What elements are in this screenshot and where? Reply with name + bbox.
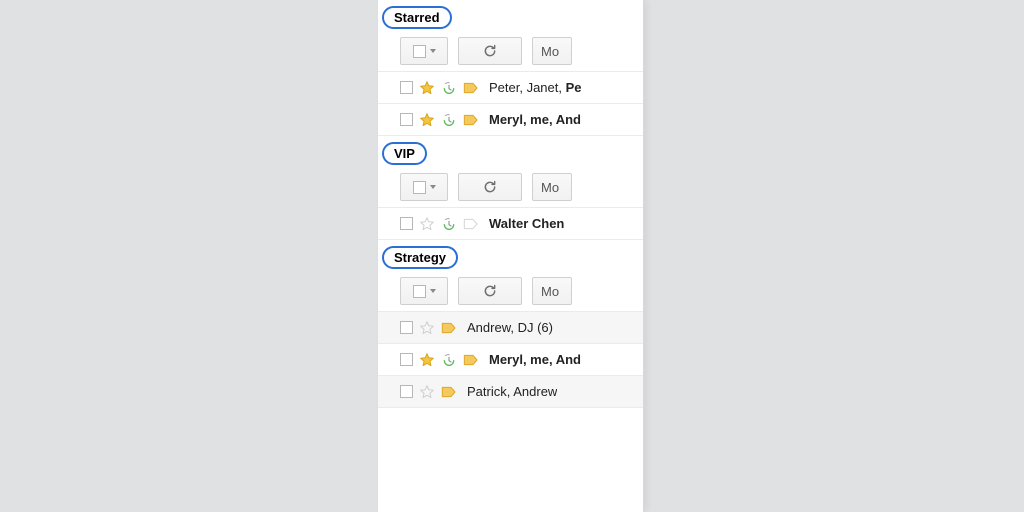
refresh-button[interactable] — [458, 37, 522, 65]
label-icon[interactable] — [463, 352, 479, 368]
row-checkbox[interactable] — [400, 385, 413, 398]
mail-senders: Peter, Janet, Pe — [489, 80, 582, 95]
caret-down-icon — [430, 185, 436, 189]
section-title[interactable]: Strategy — [382, 246, 458, 269]
label-icon[interactable] — [441, 384, 457, 400]
select-all-button[interactable] — [400, 173, 448, 201]
label-icon[interactable] — [441, 320, 457, 336]
caret-down-icon — [430, 49, 436, 53]
snooze-clock-icon[interactable] — [441, 112, 457, 128]
snooze-clock-icon[interactable] — [441, 216, 457, 232]
star-icon[interactable] — [419, 320, 435, 336]
checkbox-icon — [413, 181, 426, 194]
row-checkbox[interactable] — [400, 353, 413, 366]
star-icon[interactable] — [419, 112, 435, 128]
checkbox-icon — [413, 285, 426, 298]
label-icon[interactable] — [463, 112, 479, 128]
more-button[interactable]: Mo — [532, 37, 572, 65]
select-all-button[interactable] — [400, 37, 448, 65]
caret-down-icon — [430, 289, 436, 293]
mail-senders: Andrew, DJ (6) — [467, 320, 553, 335]
label-icon[interactable] — [463, 80, 479, 96]
section-toolbar: Mo — [400, 277, 643, 305]
refresh-icon — [482, 43, 498, 59]
checkbox-icon — [413, 45, 426, 58]
select-all-button[interactable] — [400, 277, 448, 305]
star-icon[interactable] — [419, 352, 435, 368]
more-button-label: Mo — [541, 180, 559, 195]
more-button-label: Mo — [541, 44, 559, 59]
mail-row[interactable]: Peter, Janet, Pe — [378, 72, 643, 104]
section-toolbar: Mo — [400, 173, 643, 201]
snooze-clock-icon[interactable] — [441, 80, 457, 96]
mail-rows: Walter Chen — [378, 207, 643, 240]
mail-row[interactable]: Meryl, me, And — [378, 344, 643, 376]
refresh-icon — [482, 283, 498, 299]
row-checkbox[interactable] — [400, 113, 413, 126]
refresh-button[interactable] — [458, 277, 522, 305]
more-button[interactable]: Mo — [532, 277, 572, 305]
star-icon[interactable] — [419, 216, 435, 232]
mail-panel: Starred Mo Peter, Janet, Pe Meryl, me, A… — [378, 0, 644, 512]
mail-senders: Patrick, Andrew — [467, 384, 557, 399]
mail-rows: Andrew, DJ (6) Meryl, me, And Patrick, A… — [378, 311, 643, 408]
mail-rows: Peter, Janet, Pe Meryl, me, And — [378, 71, 643, 136]
mail-row[interactable]: Walter Chen — [378, 208, 643, 240]
mail-section: VIP Mo Walter Chen — [378, 142, 643, 240]
row-checkbox[interactable] — [400, 217, 413, 230]
mail-row[interactable]: Andrew, DJ (6) — [378, 312, 643, 344]
mail-senders: Meryl, me, And — [489, 352, 581, 367]
star-icon[interactable] — [419, 80, 435, 96]
snooze-clock-icon[interactable] — [441, 352, 457, 368]
mail-row[interactable]: Meryl, me, And — [378, 104, 643, 136]
mail-senders: Walter Chen — [489, 216, 564, 231]
more-button[interactable]: Mo — [532, 173, 572, 201]
mail-section: Starred Mo Peter, Janet, Pe Meryl, me, A… — [378, 6, 643, 136]
section-title[interactable]: Starred — [382, 6, 452, 29]
mail-senders: Meryl, me, And — [489, 112, 581, 127]
label-icon[interactable] — [463, 216, 479, 232]
star-icon[interactable] — [419, 384, 435, 400]
refresh-button[interactable] — [458, 173, 522, 201]
more-button-label: Mo — [541, 284, 559, 299]
section-toolbar: Mo — [400, 37, 643, 65]
row-checkbox[interactable] — [400, 321, 413, 334]
section-title[interactable]: VIP — [382, 142, 427, 165]
mail-section: Strategy Mo Andrew, DJ (6) Meryl, me, An… — [378, 246, 643, 408]
mail-row[interactable]: Patrick, Andrew — [378, 376, 643, 408]
row-checkbox[interactable] — [400, 81, 413, 94]
refresh-icon — [482, 179, 498, 195]
